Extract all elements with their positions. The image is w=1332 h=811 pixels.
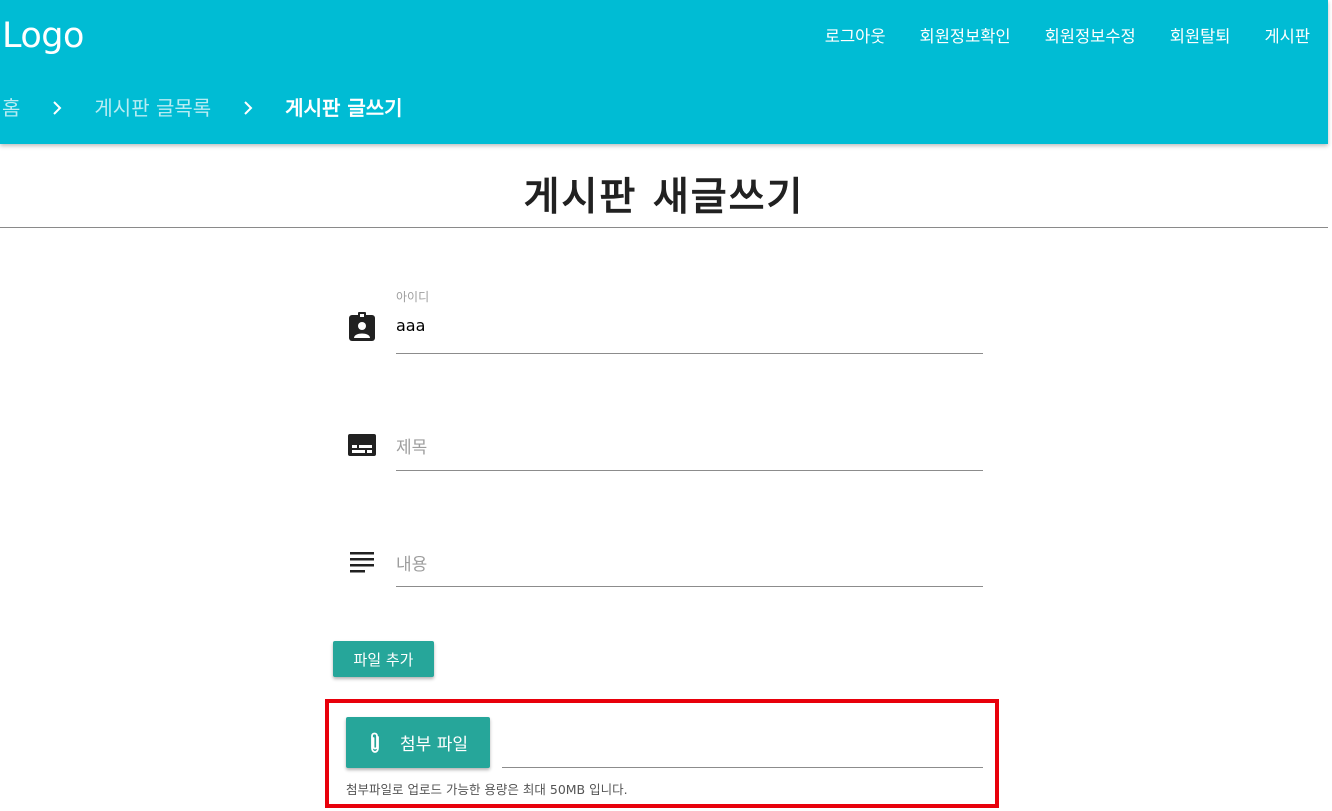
nav-member-info[interactable]: 회원정보확인 [920,24,1011,50]
badge-icon [347,312,377,342]
id-value: aaa [396,316,426,335]
attach-file-button-label: 첨부 파일 [400,735,468,755]
add-file-button[interactable]: 파일 추가 [333,641,434,677]
page-title: 게시판 새글쓰기 [523,175,805,220]
breadcrumb-board-list[interactable]: 게시판 글목록 [94,94,211,122]
file-path-input[interactable] [502,767,983,768]
subtitles-icon [347,430,377,460]
app-header: Logo 로그아웃 회원정보확인 회원정보수정 회원탈퇴 게시판 홈 게시판 글… [0,0,1328,144]
top-nav: 로그아웃 회원정보확인 회원정보수정 회원탈퇴 게시판 [791,24,1310,50]
nav-logout[interactable]: 로그아웃 [825,24,886,50]
content-input[interactable]: 내용 [396,550,983,587]
add-file-button-label: 파일 추가 [353,650,414,669]
nav-board[interactable]: 게시판 [1264,24,1310,50]
nav-member-withdraw[interactable]: 회원탈퇴 [1170,24,1231,50]
id-field: 아이디 aaa [344,285,984,355]
title-divider [0,227,1328,228]
content-placeholder: 내용 [396,555,428,575]
content-field: 내용 [344,545,984,589]
notes-icon [347,546,377,576]
title-field: 제목 [344,428,984,472]
title-input[interactable]: 제목 [396,433,983,471]
logo[interactable]: Logo [2,16,84,56]
id-input[interactable]: aaa [396,316,983,354]
title-placeholder: 제목 [396,438,428,458]
chevron-right-icon [231,94,265,122]
id-label: 아이디 [396,290,430,304]
chevron-right-icon [40,94,74,122]
nav-member-edit[interactable]: 회원정보수정 [1045,24,1136,50]
attach-file-button[interactable]: 첨부 파일 [346,717,490,768]
attachment-helper-text: 첨부파일로 업로드 가능한 용량은 최대 50MB 입니다. [346,782,628,797]
paperclip-icon [368,732,382,754]
breadcrumb-home[interactable]: 홈 [2,94,20,122]
breadcrumb-board-write[interactable]: 게시판 글쓰기 [285,94,402,122]
breadcrumb: 홈 게시판 글목록 게시판 글쓰기 [2,94,403,122]
